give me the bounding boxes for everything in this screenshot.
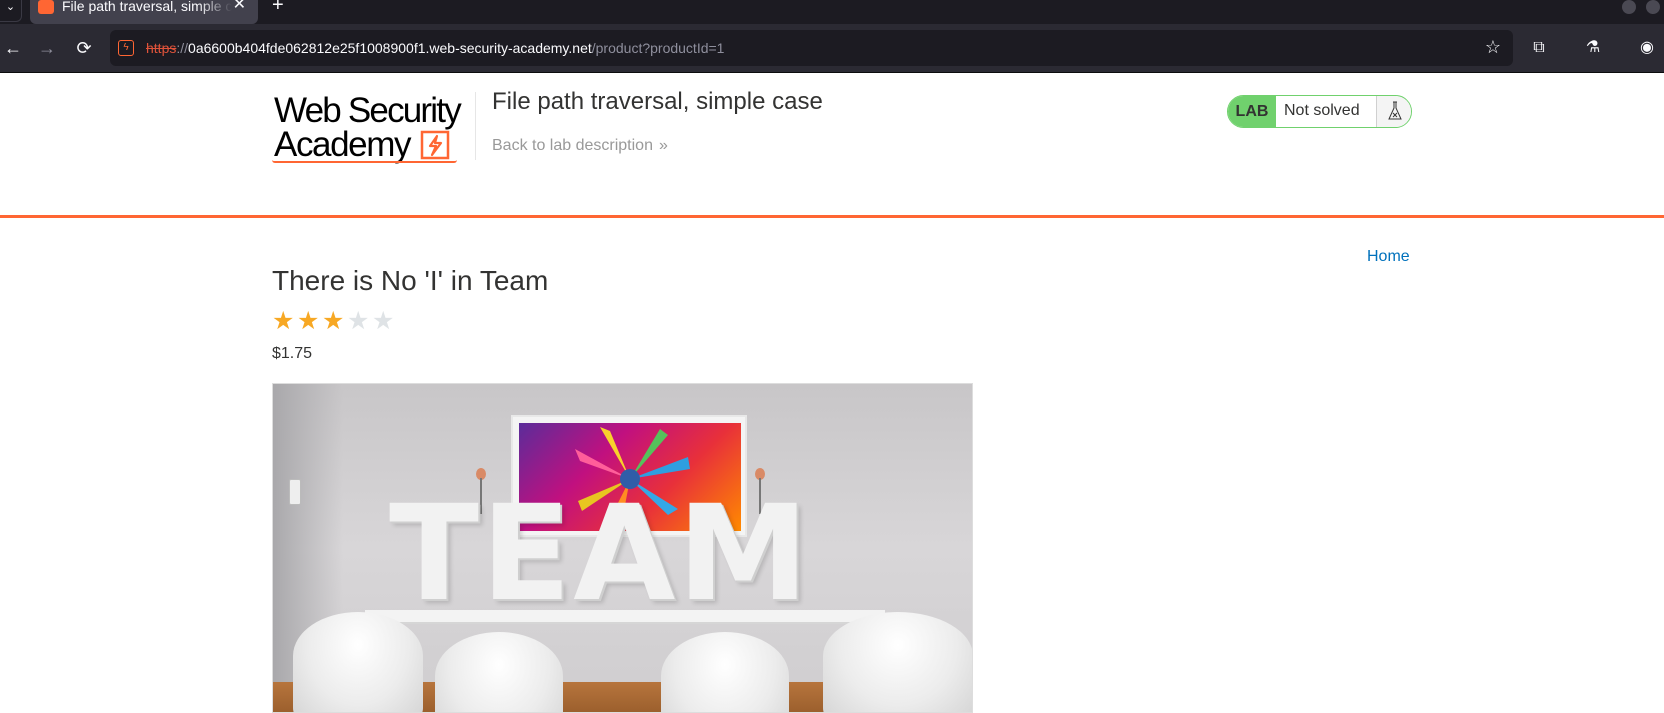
logo-line-2: Academy: [274, 125, 412, 164]
page-content: Web Security Academy File path traversal…: [0, 74, 1664, 713]
image-chair: [661, 632, 789, 712]
header-divider: [475, 92, 476, 160]
home-link[interactable]: Home: [1367, 248, 1410, 266]
image-chair: [293, 612, 423, 712]
url-path: /product?productId=1: [591, 40, 725, 56]
back-arrow-icon[interactable]: ←: [2, 37, 24, 59]
extensions-icon[interactable]: ⧉: [1528, 37, 1550, 59]
image-team-letters: TEAM: [389, 477, 811, 631]
account-icon[interactable]: ◉: [1636, 37, 1658, 59]
reload-icon[interactable]: ⟳: [73, 37, 95, 59]
browser-toolbar: ← → ⟳ ϟ https://0a6600b404fde062812e25f1…: [0, 24, 1664, 73]
back-link-label: Back to lab description: [492, 137, 653, 154]
rating-star-icon: ★: [372, 307, 395, 335]
image-chair: [435, 632, 563, 712]
lab-title: File path traversal, simple case: [492, 88, 823, 115]
new-tab-button[interactable]: +: [272, 0, 284, 15]
site-identity-icon[interactable]: ϟ: [118, 40, 134, 56]
flask-icon: [1388, 101, 1402, 120]
logo-swoosh: [272, 160, 457, 163]
rating-star-icon: ★: [347, 307, 370, 335]
product-title: There is No 'I' in Team: [272, 265, 549, 296]
logo-bolt-icon: [420, 130, 450, 160]
product-price: $1.75: [272, 345, 313, 362]
back-to-lab-description-link[interactable]: Back to lab description »: [492, 137, 668, 155]
tab-close-icon[interactable]: ✕: [233, 0, 246, 13]
url-host: 0a6600b404fde062812e25f1008900f1.web-sec…: [188, 40, 592, 56]
rating-star-icon: ★: [322, 307, 345, 335]
url-separator: ://: [176, 40, 189, 56]
product-rating: ★ ★ ★ ★ ★: [272, 308, 397, 334]
lab-status-widget: LAB Not solved: [1227, 95, 1412, 128]
image-wall-phone: [289, 479, 301, 505]
web-security-academy-logo[interactable]: Web Security Academy: [272, 92, 474, 164]
tab-title: File path traversal, simple case: [62, 0, 232, 14]
rating-star-icon: ★: [297, 307, 320, 335]
url-text[interactable]: https://0a6600b404fde062812e25f1008900f1…: [146, 40, 724, 56]
header-orange-rule: [0, 215, 1664, 218]
lab-flask-button[interactable]: [1376, 96, 1411, 127]
bookmark-star-icon[interactable]: ☆: [1485, 37, 1501, 58]
lab-status-text: Not solved: [1284, 102, 1360, 119]
rating-star-icon: ★: [272, 307, 295, 335]
lab-badge: LAB: [1228, 96, 1276, 127]
double-chevron-right-icon: »: [658, 137, 668, 154]
product-image: TEAM: [272, 383, 973, 713]
tab-list-dropdown-icon[interactable]: ⌄: [0, 0, 22, 22]
address-bar[interactable]: ϟ https://0a6600b404fde062812e25f1008900…: [110, 30, 1513, 66]
window-close-icon[interactable]: [1646, 0, 1660, 14]
portswigger-favicon-icon: [38, 0, 54, 14]
window-minimize-icon[interactable]: [1622, 0, 1636, 14]
browser-tab-active[interactable]: File path traversal, simple case ✕: [30, 0, 258, 24]
browser-tab-strip: ⌄ File path traversal, simple case ✕ +: [0, 0, 1664, 24]
labs-flask-icon[interactable]: ⚗: [1582, 37, 1604, 59]
image-chair: [823, 612, 972, 712]
url-scheme: https: [146, 40, 177, 56]
forward-arrow-icon[interactable]: →: [36, 37, 58, 59]
